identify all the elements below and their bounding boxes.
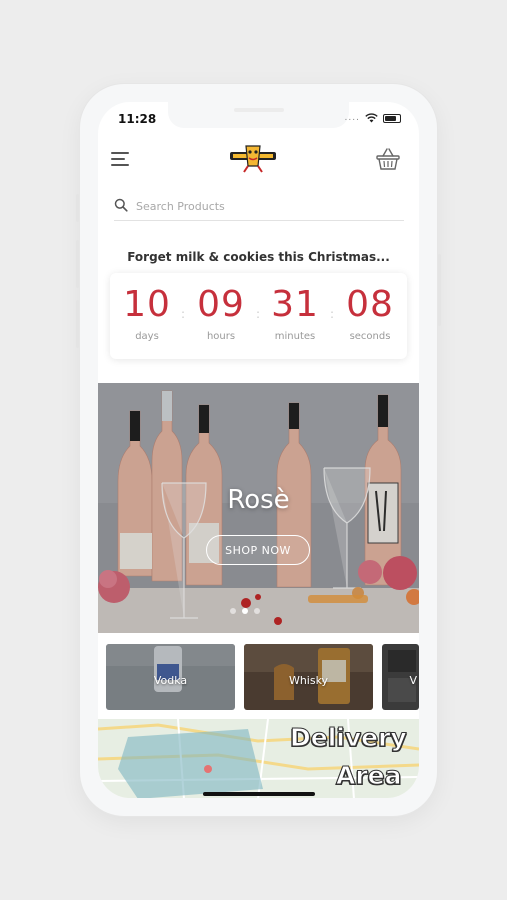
- map-title-line-1: Delivery: [290, 723, 408, 753]
- countdown-days-value: 10: [123, 284, 171, 325]
- countdown-hours-label: hours: [206, 331, 236, 342]
- status-icons: ....: [345, 113, 401, 123]
- app-screen: 11:28 .... Search Products Forget milk &…: [98, 102, 419, 798]
- countdown-minutes-label: minutes: [274, 331, 316, 342]
- carousel-dot[interactable]: [254, 608, 260, 614]
- countdown-days: 10 days: [112, 284, 182, 343]
- shopping-basket-icon[interactable]: [375, 146, 401, 172]
- countdown-days-label: days: [135, 331, 159, 342]
- category-label: Vodka: [153, 674, 188, 687]
- category-card-whisky[interactable]: Whisky: [244, 644, 373, 710]
- store-logo[interactable]: [228, 140, 278, 174]
- wifi-icon: [365, 113, 378, 123]
- carousel-dot-active[interactable]: [242, 608, 248, 614]
- countdown-separator: :: [181, 307, 186, 321]
- power-button: [438, 254, 441, 326]
- shop-now-button[interactable]: SHOP NOW: [206, 535, 310, 565]
- carousel-indicator: [230, 608, 260, 614]
- mute-switch: [76, 194, 79, 222]
- hamburger-menu-icon[interactable]: [111, 152, 129, 168]
- countdown-hours: 09 hours: [186, 284, 256, 343]
- signal-icon: ....: [344, 113, 360, 123]
- map-title-line-2: Area: [336, 761, 403, 791]
- notch: [168, 102, 349, 128]
- hero-title: Rosè: [227, 485, 290, 515]
- countdown-separator: :: [330, 307, 335, 321]
- search-bar[interactable]: [114, 196, 404, 221]
- category-card-partial[interactable]: V: [382, 644, 419, 710]
- volume-down-button: [76, 300, 79, 348]
- search-input[interactable]: [136, 196, 396, 216]
- countdown-timer: 10 days : 09 hours : 31 minutes : 08 sec…: [110, 273, 407, 359]
- category-label: V: [409, 674, 417, 687]
- category-label: Whisky: [288, 674, 329, 687]
- battery-icon: [383, 113, 401, 123]
- carousel-dot[interactable]: [230, 608, 236, 614]
- countdown-seconds: 08 seconds: [335, 284, 405, 343]
- category-card-vodka[interactable]: Vodka: [106, 644, 235, 710]
- hero-banner[interactable]: Rosè SHOP NOW: [98, 383, 419, 633]
- home-indicator[interactable]: [203, 792, 315, 796]
- countdown-hours-value: 09: [197, 284, 245, 325]
- status-time: 11:28: [118, 112, 157, 126]
- countdown-minutes-value: 31: [271, 284, 319, 325]
- countdown-minutes: 31 minutes: [260, 284, 330, 343]
- delivery-area-map[interactable]: Delivery Area: [98, 719, 419, 798]
- search-icon: [114, 198, 128, 212]
- volume-up-button: [76, 240, 79, 288]
- promo-text: Forget milk & cookies this Christmas...: [127, 250, 390, 264]
- countdown-seconds-value: 08: [346, 284, 394, 325]
- phone-frame: 11:28 .... Search Products Forget milk &…: [76, 84, 441, 816]
- countdown-seconds-label: seconds: [349, 331, 391, 342]
